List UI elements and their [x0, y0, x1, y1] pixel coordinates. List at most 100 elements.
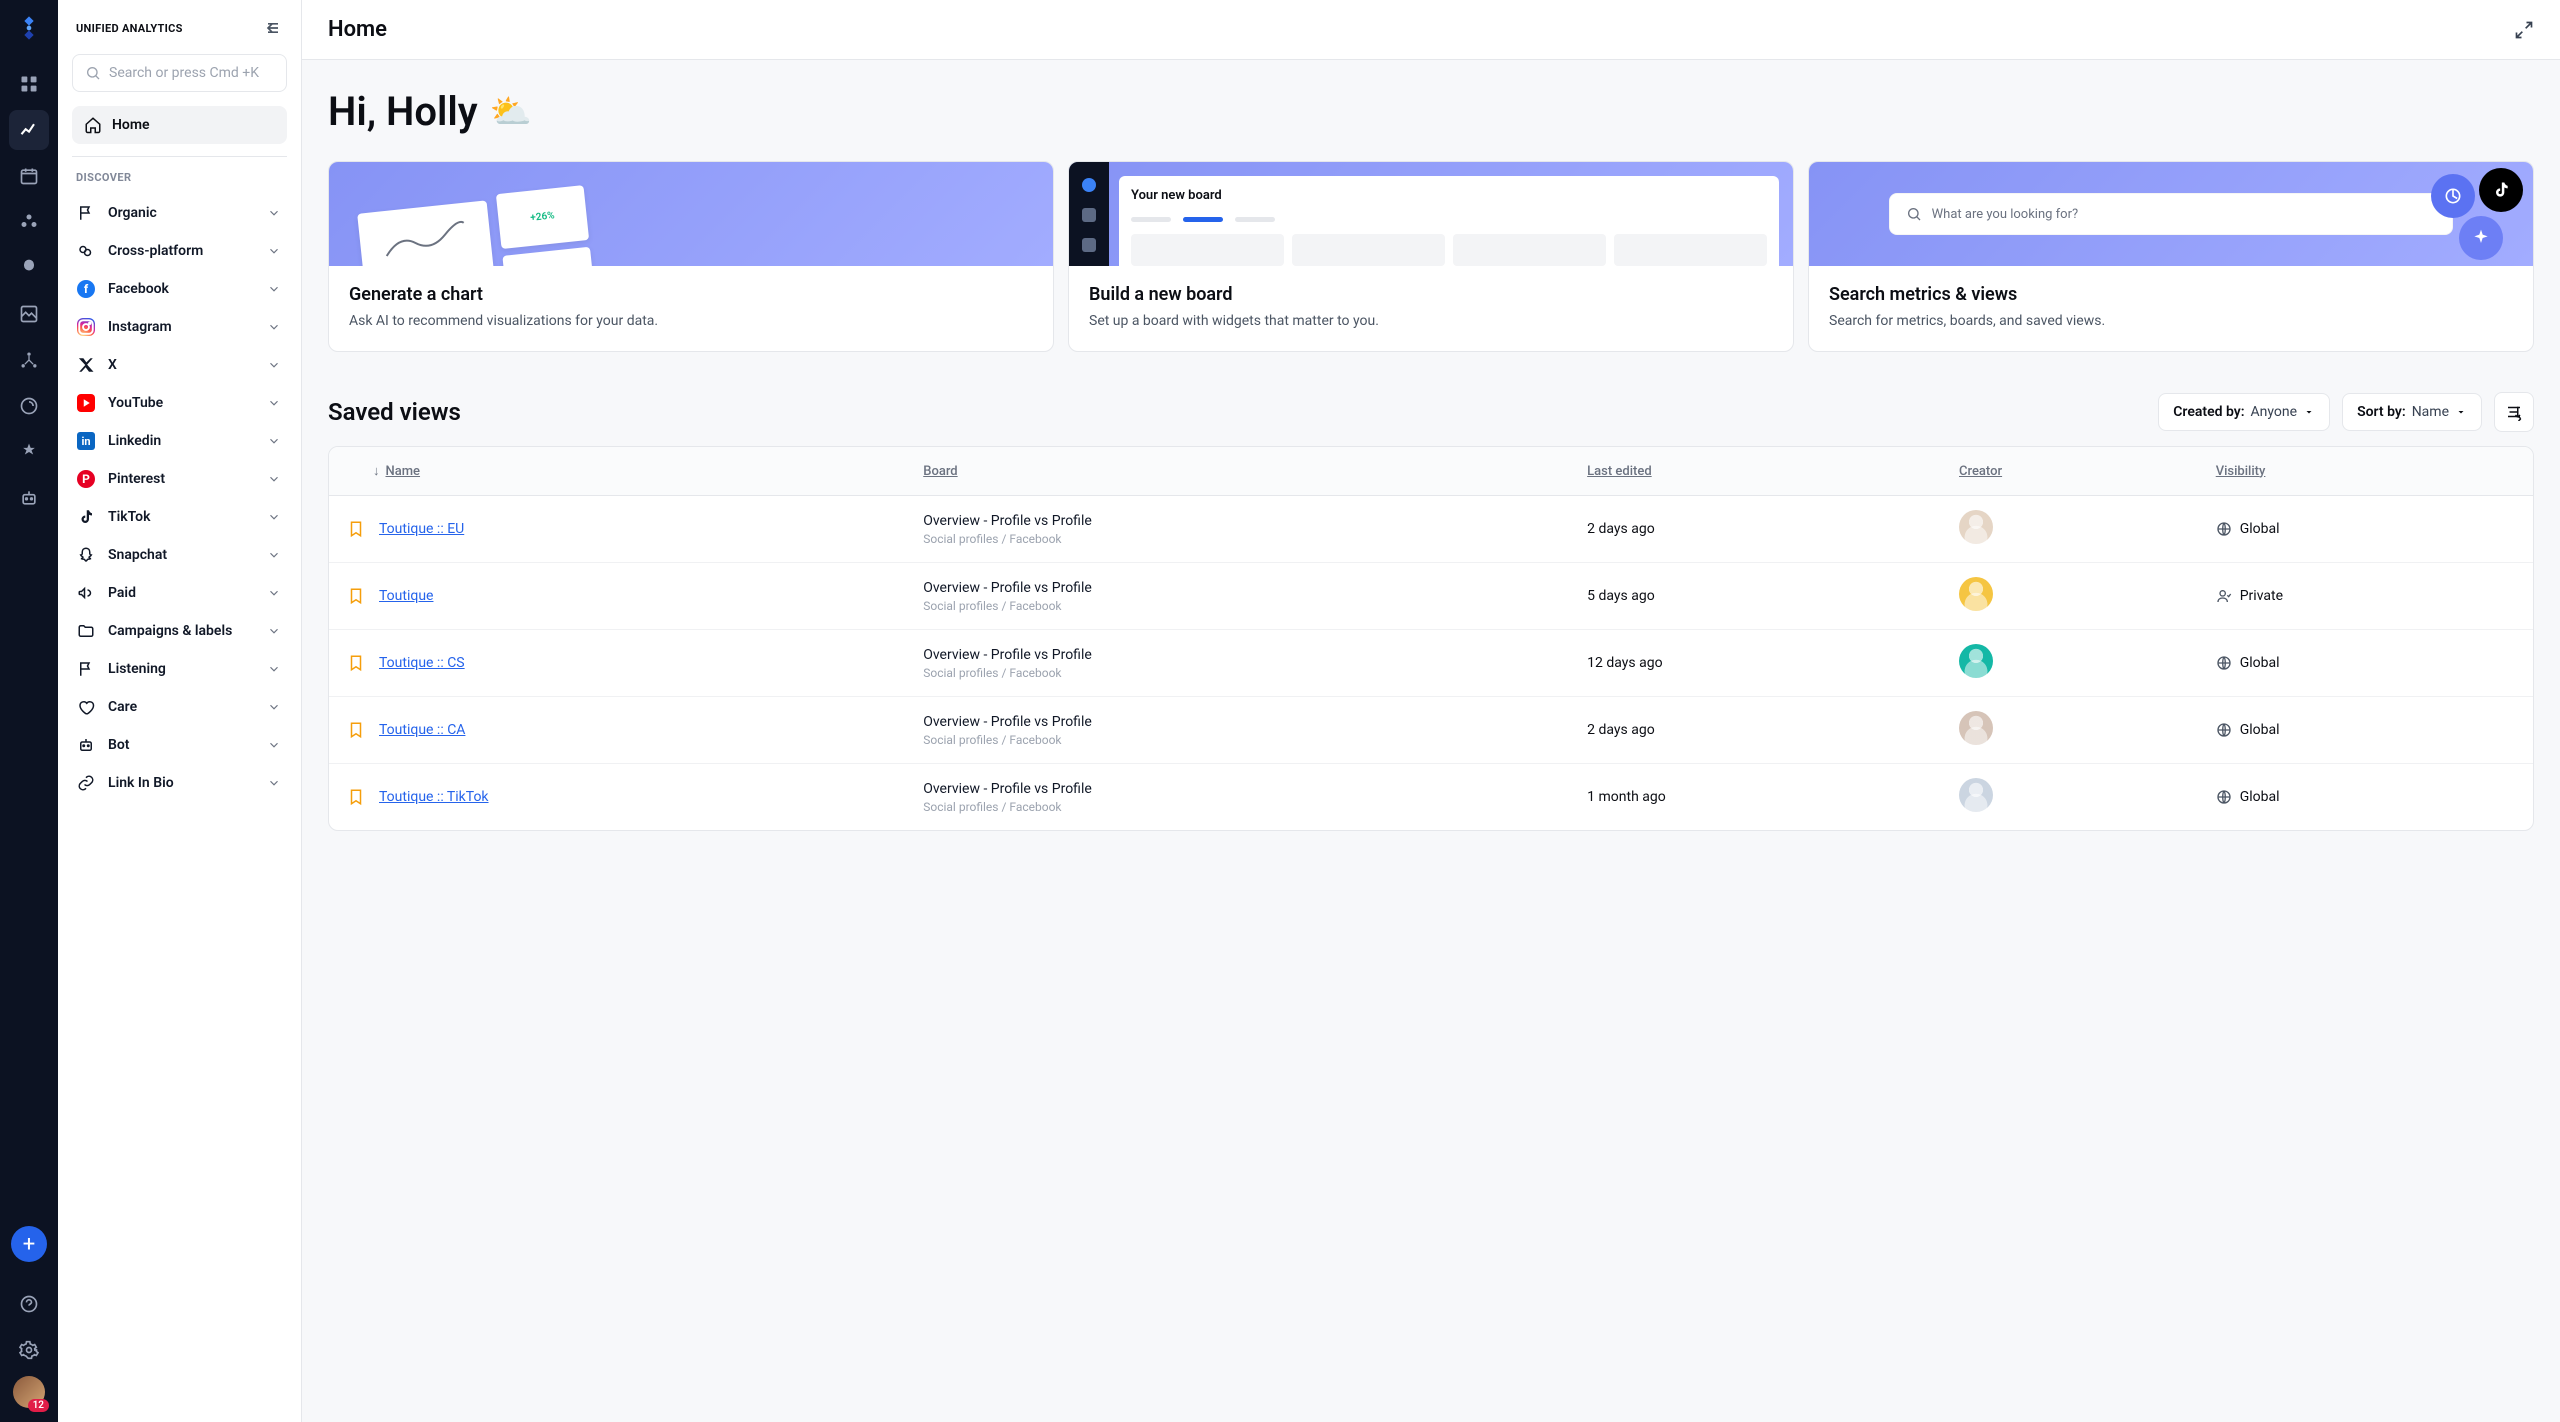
- expand-button[interactable]: [2514, 20, 2534, 40]
- search-icon: [85, 65, 101, 81]
- rail-analytics[interactable]: [9, 110, 49, 150]
- card-build-board[interactable]: Your new board Build a new board Set up …: [1068, 161, 1794, 352]
- rail-network[interactable]: [9, 340, 49, 380]
- content: Hi, Holly ⛅ +26% Generate a chart Ask AI…: [302, 60, 2560, 1422]
- chevron-down-icon: [267, 206, 281, 220]
- sidebar-item-bot[interactable]: Bot: [68, 726, 289, 764]
- col-visibility[interactable]: Visibility: [2198, 447, 2533, 496]
- card-search-metrics[interactable]: What are you looking for? Search metrics…: [1808, 161, 2534, 352]
- view-name-link[interactable]: Toutique: [379, 588, 433, 604]
- col-last-edited[interactable]: Last edited: [1569, 447, 1941, 496]
- sidebar-item-instagram[interactable]: Instagram: [68, 308, 289, 346]
- chevron-down-icon: [267, 396, 281, 410]
- page-title: Home: [328, 17, 387, 42]
- view-name-link[interactable]: Toutique :: EU: [379, 521, 464, 537]
- card-generate-chart[interactable]: +26% Generate a chart Ask AI to recommen…: [328, 161, 1054, 352]
- sidebar-item-paid[interactable]: Paid: [68, 574, 289, 612]
- sidebar-item-tiktok[interactable]: TikTok: [68, 498, 289, 536]
- table-row[interactable]: Toutique :: EU Overview - Profile vs Pro…: [329, 496, 2533, 563]
- board-name: Overview - Profile vs Profile: [923, 714, 1551, 730]
- table-row[interactable]: Toutique :: CA Overview - Profile vs Pro…: [329, 697, 2533, 764]
- table-row[interactable]: Toutique Overview - Profile vs Profile S…: [329, 563, 2533, 630]
- col-name[interactable]: ↓Name: [329, 447, 905, 496]
- sidebar-collapse-button[interactable]: [263, 18, 283, 38]
- sidebar-item-x[interactable]: X: [68, 346, 289, 384]
- sidebar-item-link-in-bio[interactable]: Link In Bio: [68, 764, 289, 802]
- rail-ai[interactable]: [9, 248, 49, 288]
- visibility-cell: Global: [2216, 655, 2515, 671]
- filter-created-by[interactable]: Created by: Anyone: [2158, 393, 2330, 431]
- last-edited: 5 days ago: [1569, 563, 1941, 630]
- sidebar-item-pinterest[interactable]: P Pinterest: [68, 460, 289, 498]
- sidebar-home[interactable]: Home: [72, 106, 287, 144]
- illustration-search: What are you looking for?: [1809, 162, 2533, 266]
- sidebar: UNIFIED ANALYTICS Search or press Cmd +K…: [58, 0, 302, 1422]
- ig-icon: [76, 317, 96, 337]
- sort-direction-button[interactable]: [2494, 392, 2534, 432]
- notification-badge: 12: [28, 1399, 49, 1412]
- sidebar-item-campaigns-labels[interactable]: Campaigns & labels: [68, 612, 289, 650]
- sidebar-item-care[interactable]: Care: [68, 688, 289, 726]
- sidebar-item-snapchat[interactable]: Snapchat: [68, 536, 289, 574]
- sun-cloud-icon: ⛅: [490, 92, 532, 132]
- rail-listening[interactable]: [9, 386, 49, 426]
- rail-media[interactable]: [9, 294, 49, 334]
- greeting-text: Hi, Holly: [328, 88, 478, 135]
- illustration-board: Your new board: [1069, 162, 1793, 266]
- caret-down-icon: [2455, 406, 2467, 418]
- bot-icon: [76, 735, 96, 755]
- rail-bot[interactable]: [9, 478, 49, 518]
- sidebar-item-youtube[interactable]: YouTube: [68, 384, 289, 422]
- view-name-link[interactable]: Toutique :: TikTok: [379, 789, 489, 805]
- board-path: Social profiles / Facebook: [923, 733, 1551, 747]
- rail-logo[interactable]: [15, 14, 43, 42]
- card-title: Search metrics & views: [1829, 284, 2513, 305]
- sidebar-item-cross-platform[interactable]: Cross-platform: [68, 232, 289, 270]
- view-name-link[interactable]: Toutique :: CS: [379, 655, 465, 671]
- sidebar-item-label: Bot: [108, 737, 255, 753]
- filter-sort-by[interactable]: Sort by: Name: [2342, 393, 2482, 431]
- topbar: Home: [302, 0, 2560, 60]
- card-desc: Ask AI to recommend visualizations for y…: [349, 313, 1033, 329]
- last-edited: 1 month ago: [1569, 764, 1941, 831]
- sidebar-home-label: Home: [112, 117, 150, 133]
- sidebar-item-label: Care: [108, 699, 255, 715]
- board-path: Social profiles / Facebook: [923, 666, 1551, 680]
- col-creator[interactable]: Creator: [1941, 447, 2198, 496]
- sidebar-item-organic[interactable]: Organic: [68, 194, 289, 232]
- rail-help[interactable]: [9, 1284, 49, 1324]
- heart-icon: [76, 697, 96, 717]
- discover-label: DISCOVER: [68, 171, 291, 194]
- card-title: Build a new board: [1089, 284, 1773, 305]
- chevron-down-icon: [267, 586, 281, 600]
- last-edited: 2 days ago: [1569, 697, 1941, 764]
- board-name: Overview - Profile vs Profile: [923, 580, 1551, 596]
- pin-icon: P: [76, 469, 96, 489]
- rail-audience[interactable]: [9, 202, 49, 242]
- main: Home Hi, Holly ⛅ +26% Generate a: [302, 0, 2560, 1422]
- sidebar-item-facebook[interactable]: f Facebook: [68, 270, 289, 308]
- sidebar-item-label: Pinterest: [108, 471, 255, 487]
- view-name-link[interactable]: Toutique :: CA: [379, 722, 465, 738]
- rail-add-button[interactable]: +: [11, 1226, 47, 1262]
- table-row[interactable]: Toutique :: TikTok Overview - Profile vs…: [329, 764, 2533, 831]
- rail-settings[interactable]: [9, 1330, 49, 1370]
- sidebar-item-label: Linkedin: [108, 433, 255, 449]
- board-name: Overview - Profile vs Profile: [923, 781, 1551, 797]
- rail-avatar[interactable]: 12: [13, 1376, 45, 1408]
- rail-dashboards[interactable]: [9, 64, 49, 104]
- table-row[interactable]: Toutique :: CS Overview - Profile vs Pro…: [329, 630, 2533, 697]
- rail-calendar[interactable]: [9, 156, 49, 196]
- creator-avatar: [1959, 644, 1993, 678]
- col-board[interactable]: Board: [905, 447, 1569, 496]
- chevron-down-icon: [267, 624, 281, 638]
- sidebar-item-label: Cross-platform: [108, 243, 255, 259]
- board-name: Overview - Profile vs Profile: [923, 647, 1551, 663]
- saved-views-table: ↓Name Board Last edited Creator Visibili…: [328, 446, 2534, 831]
- search-input[interactable]: Search or press Cmd +K: [72, 54, 287, 92]
- sidebar-item-linkedin[interactable]: in Linkedin: [68, 422, 289, 460]
- sidebar-item-listening[interactable]: Listening: [68, 650, 289, 688]
- rail-reviews[interactable]: [9, 432, 49, 472]
- chevron-down-icon: [267, 700, 281, 714]
- fb-icon: f: [76, 279, 96, 299]
